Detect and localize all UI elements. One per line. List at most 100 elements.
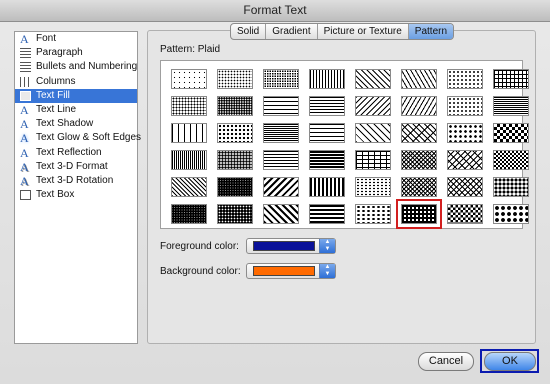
pattern-diagonal-cross-swatch[interactable] <box>401 177 437 197</box>
sidebar-item-label: Text 3-D Rotation <box>36 174 114 186</box>
sidebar-item-text-glow[interactable]: A Text Glow & Soft Edges <box>15 131 141 146</box>
pattern-wide-vertical-swatch[interactable] <box>309 177 345 197</box>
paragraph-icon <box>20 48 31 59</box>
pattern-horizontal-light-swatch[interactable] <box>309 96 345 116</box>
background-color-swatch <box>253 266 315 276</box>
pattern-dashed-diagonal-swatch[interactable] <box>355 123 391 143</box>
pattern-sphere-swatch[interactable] <box>493 177 529 197</box>
text-reflection-icon: A <box>20 145 29 160</box>
sidebar-item-label: Columns <box>36 75 76 87</box>
text-line-icon: A <box>20 102 29 117</box>
sidebar-item-text-reflection[interactable]: A Text Reflection <box>15 146 137 160</box>
sidebar-item-label: Text Glow & Soft Edges <box>36 132 142 144</box>
pattern-large-checker-light-swatch[interactable] <box>493 123 529 143</box>
sidebar-item-label: Text Box <box>36 189 75 201</box>
foreground-color-label: Foreground color: <box>160 241 239 252</box>
sidebar-item-label: Text Shadow <box>36 118 94 130</box>
pattern-10-percent-swatch[interactable] <box>217 69 253 89</box>
chevron-updown-icon: ▲ ▼ <box>319 264 335 278</box>
sidebar-item-text-3d-format[interactable]: A Text 3-D Format <box>15 160 137 174</box>
pattern-dark-stipple-swatch[interactable] <box>217 177 253 197</box>
sidebar-item-label: Font <box>36 33 57 44</box>
sidebar-item-label: Paragraph <box>36 47 83 59</box>
pattern-dots-dense-swatch[interactable] <box>217 96 253 116</box>
window-title: Format Text <box>0 0 550 22</box>
font-icon: A <box>20 32 29 46</box>
pattern-diamond-grid-swatch[interactable] <box>493 204 529 224</box>
cancel-button[interactable]: Cancel <box>418 352 474 371</box>
ok-button[interactable]: OK <box>484 352 536 371</box>
pattern-diagonal-wide-swatch[interactable] <box>355 96 391 116</box>
tab-picture-or-texture[interactable]: Picture or Texture <box>318 24 409 39</box>
pattern-plaid-swatch[interactable] <box>396 199 442 229</box>
pattern-checkerboard-swatch[interactable] <box>493 150 529 170</box>
fill-type-tabs: Solid Gradient Picture or Texture Pattern <box>230 23 455 40</box>
pattern-zigzag-swatch[interactable] <box>401 96 437 116</box>
sidebar-item-text-box[interactable]: Text Box <box>15 188 137 202</box>
format-text-dialog: Format Text A Font Paragraph Bullets and Nu… <box>0 0 550 384</box>
sidebar-item-text-fill[interactable]: Text Fill <box>15 88 137 103</box>
sidebar-item-label: Text Reflection <box>36 146 102 158</box>
columns-icon <box>20 76 31 87</box>
pattern-dense-black-swatch[interactable] <box>217 204 253 224</box>
pattern-horizontal-dense-swatch[interactable] <box>493 96 529 116</box>
text-shadow-icon: A <box>20 117 29 132</box>
pattern-grid <box>160 60 529 229</box>
pattern-dots-heavy-swatch[interactable] <box>217 150 253 170</box>
pattern-trellis-swatch[interactable] <box>447 177 483 197</box>
pattern-wide-downward-diagonal-swatch[interactable] <box>263 177 299 197</box>
tab-gradient[interactable]: Gradient <box>266 24 318 39</box>
pattern-sparse-dash-swatch[interactable] <box>171 123 207 143</box>
pattern-name-label: Pattern: Plaid <box>160 44 221 55</box>
pattern-dashed-horizontal-swatch[interactable] <box>309 123 345 143</box>
pattern-large-confetti-swatch[interactable] <box>355 204 391 224</box>
pattern-dark-dots-swatch[interactable] <box>217 123 253 143</box>
pattern-large-dots-swatch[interactable] <box>447 123 483 143</box>
pattern-light-horizontal-swatch[interactable] <box>263 150 299 170</box>
sidebar-item-text-shadow[interactable]: A Text Shadow <box>15 117 137 131</box>
text-glow-icon: A <box>20 131 29 146</box>
pattern-wide-horizontal-swatch[interactable] <box>309 204 345 224</box>
pattern-heavy-stipple-swatch[interactable] <box>171 204 207 224</box>
pattern-dark-horizontal-swatch[interactable] <box>309 150 345 170</box>
sidebar-item-label: Text Line <box>36 103 77 115</box>
pattern-dotted-diamond-swatch[interactable] <box>447 69 483 89</box>
sidebar-item-font[interactable]: A Font <box>15 32 137 46</box>
pattern-solid-diamond-swatch[interactable] <box>447 204 483 224</box>
pattern-light-diagonal-swatch[interactable] <box>171 177 207 197</box>
text-3d-format-icon: A <box>20 159 29 174</box>
pattern-wave-swatch[interactable] <box>401 69 437 89</box>
pattern-diagonal-brick-swatch[interactable] <box>401 123 437 143</box>
text-3d-rotation-icon: A <box>20 173 29 188</box>
sidebar-item-columns[interactable]: Columns <box>15 75 137 89</box>
pattern-narrow-horizontal-swatch[interactable] <box>263 123 299 143</box>
pattern-diagonal-light-swatch[interactable] <box>355 69 391 89</box>
pattern-small-confetti-swatch[interactable] <box>355 177 391 197</box>
chevron-updown-icon: ▲ ▼ <box>319 239 335 253</box>
category-list[interactable]: A Font Paragraph Bullets and Numbering Colum… <box>14 31 141 344</box>
pattern-weave-swatch[interactable] <box>401 150 437 170</box>
pattern-20-percent-swatch[interactable] <box>263 69 299 89</box>
foreground-color-swatch <box>253 241 315 251</box>
bullets-icon <box>20 62 31 73</box>
pattern-vertical-lines-swatch[interactable] <box>309 69 345 89</box>
pattern-shingle-swatch[interactable] <box>447 150 483 170</box>
tab-solid[interactable]: Solid <box>231 24 267 39</box>
pattern-dotted-grid-swatch[interactable] <box>447 96 483 116</box>
text-fill-icon <box>20 90 31 101</box>
sidebar-item-bullets[interactable]: Bullets and Numbering <box>15 60 137 74</box>
background-color-label: Background color: <box>160 266 241 277</box>
pattern-5-percent-swatch[interactable] <box>171 69 207 89</box>
pattern-dots-medium-swatch[interactable] <box>171 96 207 116</box>
pattern-small-grid-swatch[interactable] <box>493 69 529 89</box>
sidebar-item-text-line[interactable]: A Text Line <box>15 103 137 117</box>
sidebar-item-text-3d-rotation[interactable]: A Text 3-D Rotation <box>15 174 137 188</box>
sidebar-item-paragraph[interactable]: Paragraph <box>15 46 137 60</box>
pattern-horizontal-lines-swatch[interactable] <box>263 96 299 116</box>
foreground-color-picker[interactable]: ▲ ▼ <box>246 238 336 254</box>
pattern-wide-upward-diagonal-swatch[interactable] <box>263 204 299 224</box>
tab-pattern[interactable]: Pattern <box>408 24 454 39</box>
pattern-brick-swatch[interactable] <box>355 150 391 170</box>
background-color-picker[interactable]: ▲ ▼ <box>246 263 336 279</box>
pattern-vertical-dense-swatch[interactable] <box>171 150 207 170</box>
